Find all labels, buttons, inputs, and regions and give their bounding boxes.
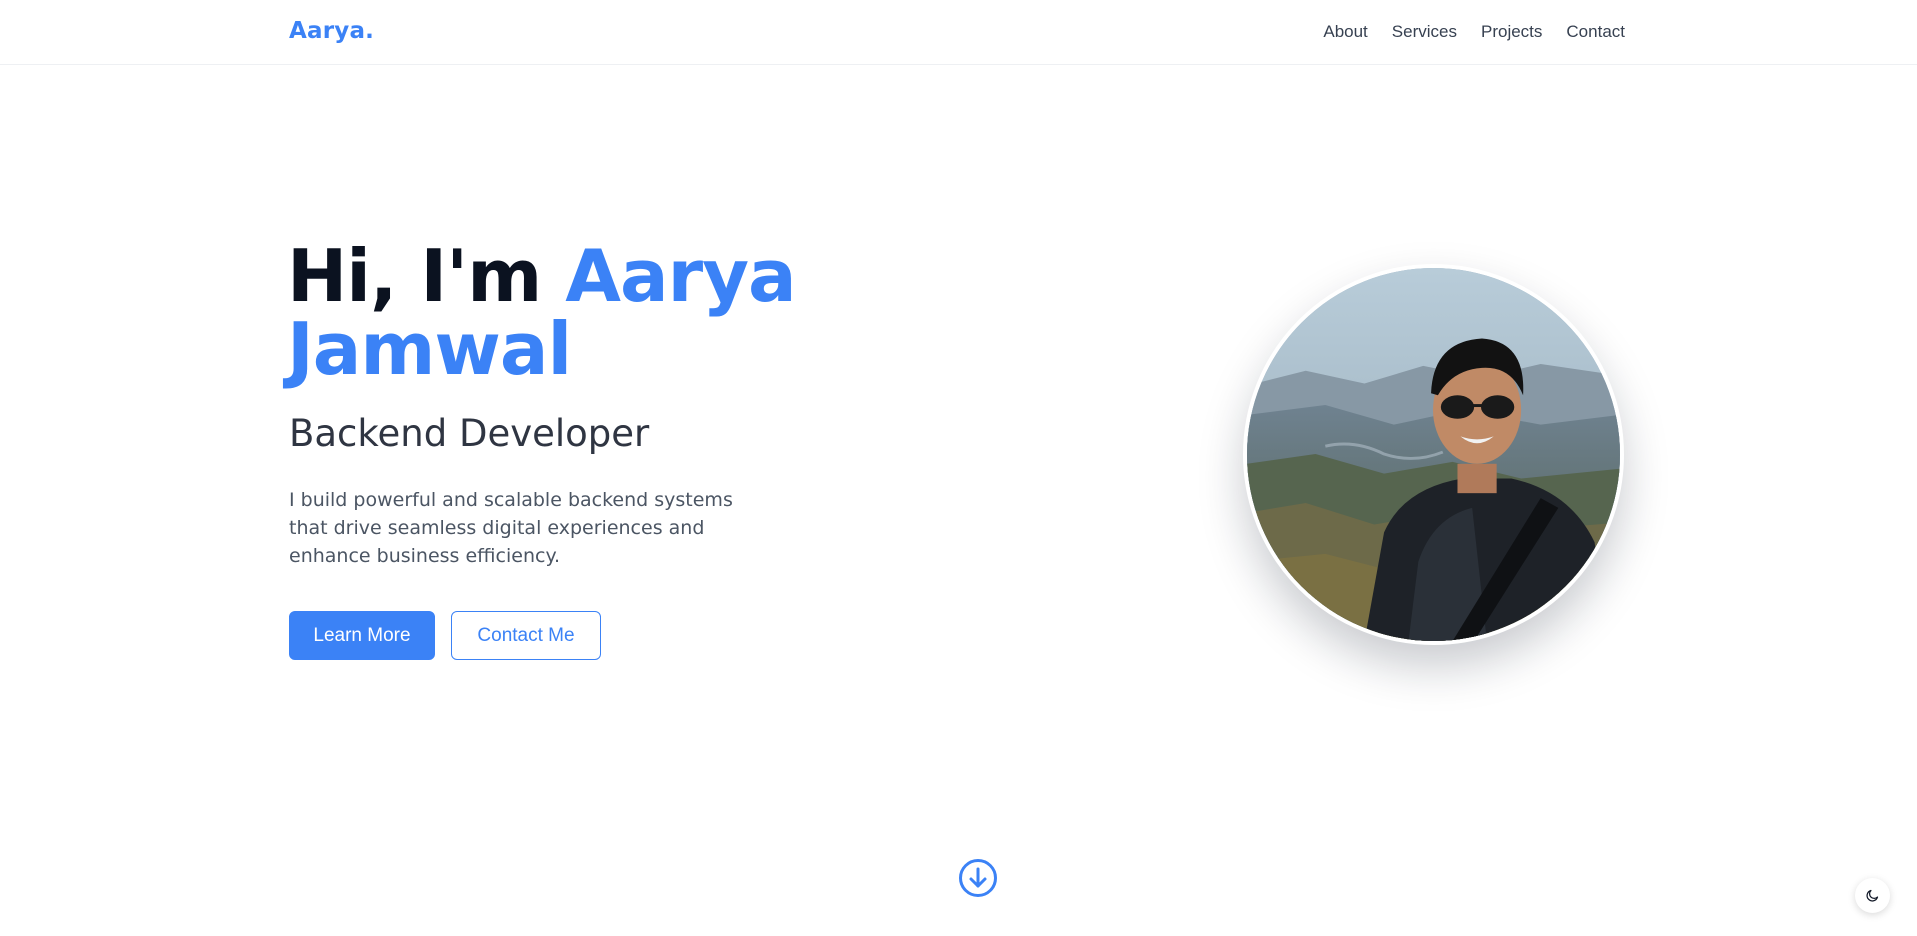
site-header: Aarya. About Services Projects Contact: [0, 0, 1917, 65]
nav-about[interactable]: About: [1323, 22, 1367, 42]
hero-title: Hi, I'm Aarya Jamwal: [287, 240, 887, 386]
nav-services[interactable]: Services: [1392, 22, 1457, 42]
hero-last-name: Jamwal: [287, 307, 572, 391]
logo[interactable]: Aarya.: [289, 18, 374, 44]
nav-projects[interactable]: Projects: [1481, 22, 1542, 42]
arrow-down-circle-icon: [959, 859, 997, 897]
nav-contact[interactable]: Contact: [1566, 22, 1625, 42]
hero-greeting: Hi, I'm: [287, 234, 542, 318]
hero-role: Backend Developer: [289, 412, 650, 455]
theme-toggle-button[interactable]: [1855, 878, 1890, 913]
hero-first-name: Aarya: [565, 234, 796, 318]
hero-description: I build powerful and scalable backend sy…: [289, 489, 733, 567]
moon-icon: [1866, 889, 1879, 902]
profile-photo-illustration: [1247, 268, 1620, 641]
contact-me-button[interactable]: Contact Me: [451, 611, 601, 660]
profile-photo: [1243, 264, 1624, 645]
scroll-down-icon[interactable]: [958, 858, 998, 898]
main-nav: About Services Projects Contact: [1323, 22, 1625, 42]
learn-more-button[interactable]: Learn More: [289, 611, 435, 660]
